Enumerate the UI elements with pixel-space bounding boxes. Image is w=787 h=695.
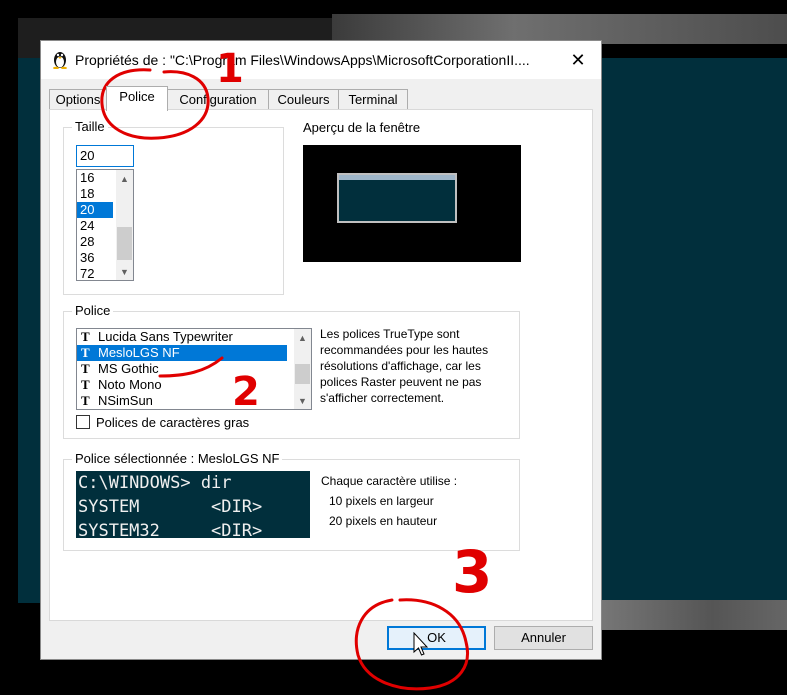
chevron-up-icon[interactable]: ▲: [116, 170, 133, 187]
size-input[interactable]: 20: [76, 145, 134, 167]
preview-window-thumbnail: [337, 173, 457, 223]
tab-couleurs[interactable]: Couleurs: [268, 89, 339, 109]
char-width: 10 pixels en largeur: [329, 494, 434, 508]
font-item-selected[interactable]: T MesloLGS NF: [77, 345, 287, 361]
size-list-scrollbar[interactable]: ▲ ▼: [116, 170, 133, 280]
window-preview: [303, 145, 521, 262]
background-wallpaper-corner: [600, 600, 787, 630]
selected-font-label: Police sélectionnée : MesloLGS NF: [72, 451, 283, 466]
title-bar[interactable]: Propriétés de : "C:\Program Files\Window…: [41, 41, 601, 79]
size-item[interactable]: 18: [77, 186, 113, 202]
sample-line: C:\WINDOWS> dir: [78, 473, 232, 493]
font-item-label: MS Gothic: [98, 361, 159, 376]
size-item[interactable]: 72: [77, 266, 113, 280]
size-list[interactable]: 16 18 20 24 28 36 72 ▲ ▼: [76, 169, 134, 281]
bold-fonts-label[interactable]: Polices de caractères gras: [96, 415, 249, 430]
font-item-label: NSimSun: [98, 393, 153, 408]
chevron-down-icon[interactable]: ▼: [294, 392, 311, 409]
size-item[interactable]: 16: [77, 170, 113, 186]
font-item[interactable]: T Lucida Sans Typewriter: [77, 329, 287, 345]
size-item[interactable]: 24: [77, 218, 113, 234]
tab-configuration[interactable]: Configuration: [167, 89, 269, 109]
bold-fonts-checkbox[interactable]: [76, 415, 90, 429]
mouse-pointer-icon: [413, 632, 429, 656]
close-icon: ✕: [570, 49, 586, 70]
char-height: 20 pixels en hauteur: [329, 514, 438, 528]
size-item[interactable]: 28: [77, 234, 113, 250]
truetype-note: Les polices TrueType sont recommandées p…: [320, 327, 489, 405]
truetype-icon: T: [81, 345, 90, 360]
cancel-button[interactable]: Annuler: [494, 626, 593, 650]
truetype-icon: T: [81, 329, 90, 344]
size-item-selected[interactable]: 20: [77, 202, 113, 218]
chevron-down-icon[interactable]: ▼: [116, 263, 133, 280]
scrollbar-thumb[interactable]: [295, 364, 310, 384]
properties-dialog: Propriétés de : "C:\Program Files\Window…: [40, 40, 602, 660]
font-list[interactable]: T Lucida Sans Typewriter T MesloLGS NF T MS…: [76, 328, 312, 410]
size-item[interactable]: 36: [77, 250, 113, 266]
font-item-label: MesloLGS NF: [98, 345, 180, 360]
tux-penguin-icon: [53, 52, 67, 69]
truetype-icon: T: [81, 361, 90, 376]
font-item-label: Noto Mono: [98, 377, 162, 392]
scrollbar-thumb[interactable]: [117, 227, 132, 260]
font-sample-preview: C:\WINDOWS> dir SYSTEM <DIR> SYSTEM32 <D…: [76, 471, 310, 538]
truetype-icon: T: [81, 393, 90, 408]
sample-line: SYSTEM32 <DIR>: [78, 521, 263, 538]
tab-options[interactable]: Options: [49, 89, 107, 109]
font-item[interactable]: T MS Gothic: [77, 361, 287, 377]
tab-police[interactable]: Police: [106, 86, 168, 111]
char-size-info: Chaque caractère utilise : 10 pixels en …: [321, 471, 457, 531]
font-item[interactable]: T NSimSun: [77, 393, 287, 409]
font-list-scrollbar[interactable]: ▲ ▼: [294, 329, 311, 409]
char-info-title: Chaque caractère utilise :: [321, 474, 458, 488]
font-item[interactable]: T Noto Mono: [77, 377, 287, 393]
font-group-label: Police: [72, 303, 114, 318]
window-title: Propriétés de : "C:\Program Files\Window…: [75, 52, 530, 68]
chevron-up-icon[interactable]: ▲: [294, 329, 311, 346]
size-group-label: Taille: [72, 119, 108, 134]
close-button[interactable]: ✕: [555, 41, 601, 79]
font-item-label: Lucida Sans Typewriter: [98, 329, 233, 344]
tab-terminal[interactable]: Terminal: [338, 89, 408, 109]
sample-line: SYSTEM <DIR>: [78, 497, 263, 517]
truetype-icon: T: [81, 377, 90, 392]
preview-label: Aperçu de la fenêtre: [303, 120, 421, 135]
ok-button[interactable]: OK: [387, 626, 486, 650]
